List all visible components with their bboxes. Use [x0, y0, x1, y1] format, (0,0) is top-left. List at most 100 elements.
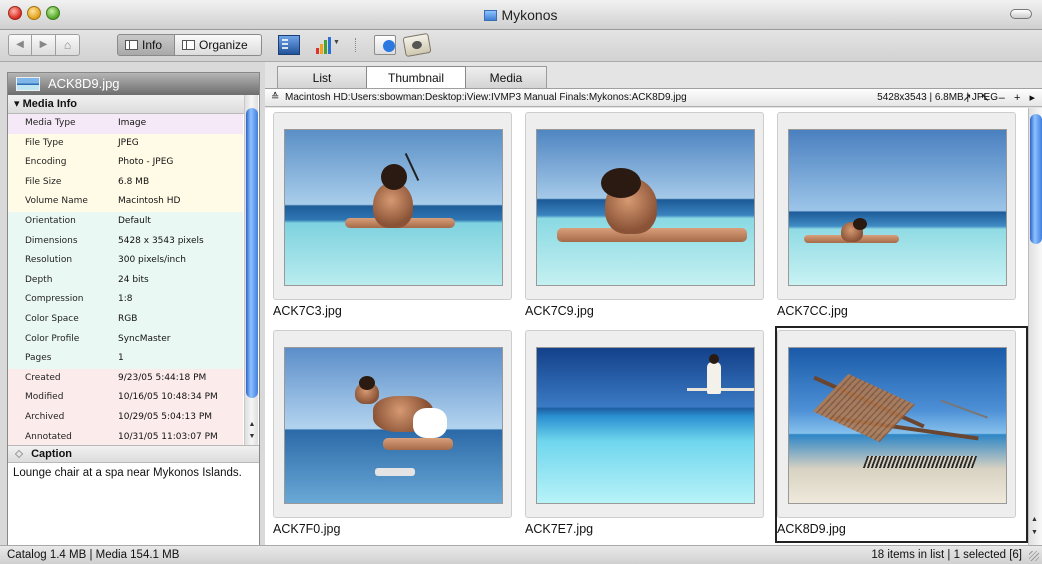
toolbar: ◀ ▶ ⌂ Info Organize ▼: [0, 30, 1042, 62]
home-icon: ⌂: [63, 38, 72, 52]
media-info-row: Created 9/23/05 5:44:18 PM: [8, 368, 243, 389]
thumbnail-item[interactable]: ACK7E7.jpg: [523, 330, 766, 538]
thumbnail-item[interactable]: ACK7F0.jpg: [271, 330, 514, 538]
media-info-value[interactable]: 1: [113, 349, 243, 369]
zoom-controls[interactable]: ↗ ↖ – + ▸: [962, 89, 1038, 107]
media-info-label: Created: [25, 372, 61, 383]
media-info-table: Media Type Image File Type JPEG Encoding Phot…: [8, 114, 243, 451]
tab-list[interactable]: List: [277, 66, 367, 88]
media-info-value[interactable]: 6.8 MB: [113, 173, 243, 193]
selected-file-header: ACK8D9.jpg: [8, 73, 259, 95]
thumbnail-image[interactable]: [536, 347, 755, 504]
thumbnail-grid: ACK7C3.jpg ACK7C9.jpg ACK7CC.jpg ACK7F0.…: [265, 108, 1028, 545]
media-info-value[interactable]: 24 bits: [113, 271, 243, 291]
media-info-row: Media Type Image: [8, 114, 243, 134]
media-info-value[interactable]: 10/16/05 10:48:34 PM: [113, 388, 243, 408]
thumbnail-image[interactable]: [536, 129, 755, 286]
forward-arrow-icon: ▶: [39, 39, 48, 50]
caption-title: Caption: [31, 448, 73, 460]
scroll-up-icon[interactable]: ▲: [247, 421, 257, 428]
media-info-section-header[interactable]: ▾ Media Info: [8, 95, 247, 114]
toolbar-separator: [355, 38, 356, 52]
home-button[interactable]: ⌂: [56, 34, 80, 56]
thumbnail-caption: ACK7F0.jpg: [273, 522, 341, 536]
thumbnail-image[interactable]: [284, 347, 503, 504]
thumbnail-item[interactable]: ACK7C3.jpg: [271, 112, 514, 320]
media-info-row: Resolution 300 pixels/inch: [8, 251, 243, 271]
thumbnail-item[interactable]: ACK7C9.jpg: [523, 112, 766, 320]
media-info-row: Compression 1:8: [8, 290, 243, 310]
thumbnail-image[interactable]: [788, 129, 1007, 286]
eject-icon[interactable]: ≙: [271, 89, 279, 107]
panel-icon: [182, 40, 195, 50]
thumbnail-item[interactable]: ACK7CC.jpg: [775, 112, 1018, 320]
toolbar-toggle-button[interactable]: [1010, 9, 1032, 19]
media-info-title: Media Info: [22, 98, 77, 110]
media-info-value[interactable]: RGB: [113, 310, 243, 330]
grid-scrollbar[interactable]: ▲ ▼: [1028, 108, 1042, 545]
media-info-value[interactable]: 300 pixels/inch: [113, 251, 243, 271]
thumbnail-caption: ACK7C3.jpg: [273, 304, 342, 318]
thumbnail-frame: [273, 330, 512, 518]
back-button[interactable]: ◀: [8, 34, 32, 56]
thumbnail-caption: ACK7E7.jpg: [525, 522, 594, 536]
media-info-row: Modified 10/16/05 10:48:34 PM: [8, 388, 243, 408]
caption-text-field[interactable]: Lounge chair at a spa near Mykonos Islan…: [8, 463, 259, 545]
status-bar: Catalog 1.4 MB | Media 154.1 MB 18 items…: [0, 545, 1042, 564]
thumbnail-frame: [777, 112, 1016, 300]
media-info-value[interactable]: SyncMaster: [113, 330, 243, 350]
media-info-label: Dimensions: [25, 235, 78, 246]
tab-thumbnail[interactable]: Thumbnail: [366, 66, 466, 89]
info-panel: ACK8D9.jpg ▾ Media Info Media Type Image F…: [7, 72, 260, 545]
media-info-value[interactable]: 1:8: [113, 290, 243, 310]
media-info-value[interactable]: 10/29/05 5:04:13 PM: [113, 408, 243, 428]
organize-toggle-button[interactable]: Organize: [175, 34, 262, 56]
media-info-row: Pages 1: [8, 349, 243, 369]
window-title: Mykonos: [501, 7, 558, 23]
media-info-value[interactable]: 5428 x 3543 pixels: [113, 232, 243, 252]
thumbnail-caption: ACK8D9.jpg: [777, 522, 846, 536]
media-info-value[interactable]: Default: [113, 212, 243, 232]
scroll-down-icon[interactable]: ▼: [1031, 529, 1038, 536]
media-info-label: Pages: [25, 353, 52, 364]
catalog-size-status: Catalog 1.4 MB | Media 154.1 MB: [7, 549, 180, 561]
contact-sheet-icon[interactable]: [278, 35, 300, 55]
thumbnail-frame: [777, 330, 1016, 518]
resize-grip-icon[interactable]: [1029, 551, 1039, 561]
grid-scrollbar-thumb[interactable]: [1030, 114, 1042, 244]
thumbnail-item-selected[interactable]: ACK8D9.jpg: [775, 326, 1028, 543]
disclosure-triangle-icon[interactable]: ▾: [14, 98, 20, 110]
media-info-row: File Size 6.8 MB: [8, 172, 243, 193]
media-info-value[interactable]: Image: [113, 114, 243, 134]
thumbnail-image[interactable]: [284, 129, 503, 286]
info-toggle-button[interactable]: Info: [117, 34, 175, 56]
title-bar: Mykonos: [0, 0, 1042, 30]
scroll-up-icon[interactable]: ▲: [1031, 516, 1038, 523]
media-info-label: Depth: [25, 274, 53, 285]
media-info-row: Color Profile SyncMaster: [8, 329, 243, 350]
media-info-label: Volume Name: [25, 196, 88, 207]
info-scrollbar[interactable]: ▲ ▼: [244, 95, 258, 451]
forward-button[interactable]: ▶: [32, 34, 56, 56]
info-scrollbar-thumb[interactable]: [246, 108, 258, 398]
chevron-down-icon[interactable]: ▼: [333, 39, 340, 46]
scroll-down-icon[interactable]: ▼: [247, 433, 257, 440]
media-info-value[interactable]: 9/23/05 5:44:18 PM: [113, 369, 243, 389]
media-info-value[interactable]: Macintosh HD: [113, 192, 243, 212]
media-info-row: Dimensions 5428 x 3543 pixels: [8, 231, 243, 252]
slideshow-icon[interactable]: [374, 35, 396, 55]
back-arrow-icon: ◀: [16, 39, 24, 50]
media-info-value[interactable]: JPEG: [113, 134, 243, 154]
panel-icon: [125, 40, 138, 50]
thumbnail-caption: ACK7CC.jpg: [777, 304, 848, 318]
media-info-label: Color Space: [25, 313, 79, 324]
caption-section-header[interactable]: Caption: [8, 445, 259, 463]
main-view: List Media Thumbnail ≙ Macintosh HD:User…: [265, 62, 1042, 545]
disclosure-diamond-icon: [14, 449, 24, 459]
media-info-label: Orientation: [25, 215, 76, 226]
organize-label: Organize: [199, 38, 248, 52]
preview-eye-icon[interactable]: [402, 32, 432, 58]
thumbnail-image[interactable]: [788, 347, 1007, 504]
tab-media[interactable]: Media: [465, 66, 547, 88]
media-info-value[interactable]: Photo - JPEG: [113, 153, 243, 173]
